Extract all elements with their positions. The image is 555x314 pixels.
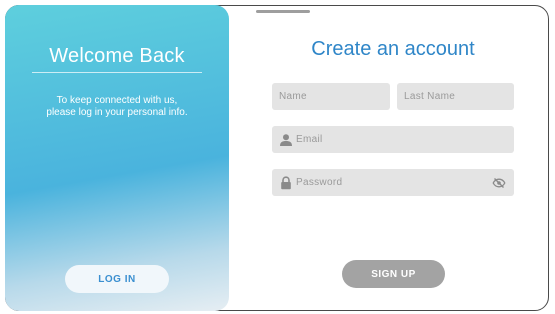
signup-button[interactable]: SIGN UP — [342, 260, 445, 288]
name-field[interactable] — [272, 83, 390, 110]
email-field[interactable] — [272, 126, 514, 153]
welcome-message-line2: please log in your personal info. — [46, 107, 188, 118]
password-field[interactable] — [272, 169, 514, 196]
password-input[interactable] — [296, 177, 492, 188]
welcome-title: Welcome Back — [49, 45, 185, 67]
welcome-message-line1: To keep connected with us, — [56, 95, 178, 106]
welcome-panel: Welcome Back To keep connected with us, … — [5, 5, 229, 311]
lock-icon — [279, 175, 293, 190]
name-input[interactable] — [279, 91, 390, 102]
welcome-divider — [32, 72, 202, 73]
login-button[interactable]: LOG IN — [65, 265, 169, 293]
welcome-message: To keep connected with us, please log in… — [5, 95, 229, 119]
eye-slash-icon[interactable] — [492, 176, 506, 190]
user-icon — [279, 133, 293, 147]
last-name-input[interactable] — [404, 91, 514, 102]
last-name-field[interactable] — [397, 83, 514, 110]
form-title: Create an account — [311, 38, 475, 60]
email-input[interactable] — [296, 134, 514, 145]
drag-handle[interactable] — [256, 10, 310, 13]
